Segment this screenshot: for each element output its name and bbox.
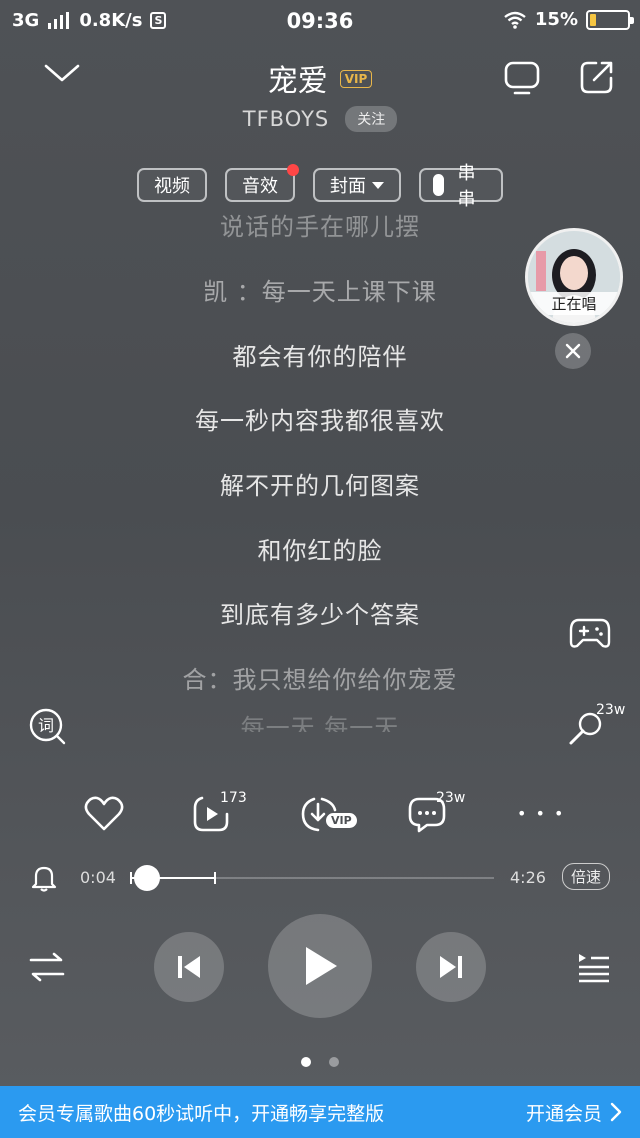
lyric-mode-icon[interactable]: 词 <box>27 706 67 746</box>
chevron-right-icon <box>610 1102 622 1122</box>
play-icon <box>306 947 337 985</box>
now-singing-bubble[interactable]: 正在唱 <box>525 228 623 326</box>
notification-dot <box>287 164 299 176</box>
next-button[interactable] <box>416 932 486 1002</box>
svg-text:词: 词 <box>38 716 54 735</box>
feature-chips: 视频 音效 封面 串串 <box>0 163 640 210</box>
wifi-icon <box>503 11 527 29</box>
song-title: 宠爱 <box>267 64 328 99</box>
comment-count: 23w <box>436 790 466 806</box>
bell-icon[interactable] <box>31 864 57 892</box>
open-vip-link[interactable]: 开通会员 <box>526 1099 622 1126</box>
page-indicator <box>0 1057 640 1067</box>
previous-icon <box>178 956 200 978</box>
more-menu-icon[interactable]: • • • <box>517 804 565 823</box>
toggle-pill-icon <box>433 174 444 196</box>
play-button[interactable] <box>268 914 372 1018</box>
current-time: 0:04 <box>80 868 116 887</box>
chip-label: 视频 <box>154 176 190 197</box>
chuanchuan-chip[interactable]: 串串 <box>419 163 503 210</box>
progress-knob[interactable] <box>133 865 160 891</box>
track-start-tick <box>130 872 132 884</box>
buffer-end-tick <box>214 872 217 884</box>
close-icon <box>565 343 581 359</box>
lyric-line: 和你红的脸 <box>257 537 383 565</box>
lyric-line: 每一天 每一天 <box>0 712 640 732</box>
battery-percent: 15% <box>534 9 578 30</box>
download-vip-badge: VIP <box>326 813 357 828</box>
battery-icon <box>586 9 634 30</box>
total-time: 4:26 <box>510 868 546 887</box>
gamepad-icon[interactable] <box>569 616 611 650</box>
like-heart-icon[interactable] <box>84 796 124 832</box>
cta-label: 开通会员 <box>525 1102 602 1125</box>
tv-cast-icon[interactable] <box>503 60 541 96</box>
lyric-line: 解不开的几何图案 <box>220 472 420 500</box>
shuffle-repeat-icon[interactable] <box>28 950 66 984</box>
close-bubble-button[interactable] <box>555 333 591 369</box>
lyric-line: 每一秒内容我都很喜欢 <box>195 407 445 435</box>
chip-label: 封面 <box>330 176 366 197</box>
lyric-text: 每一天 每一天 <box>240 714 400 732</box>
sound-effect-chip[interactable]: 音效 <box>225 164 299 202</box>
artist-row: TFBOYS 关注 <box>0 106 640 132</box>
vip-badge: VIP <box>339 70 373 88</box>
lyric-line: 都会有你的陪伴 <box>232 343 408 371</box>
page-dot-active <box>301 1057 311 1067</box>
status-bar: 3G 0.8K/s S 09:36 15% <box>0 0 640 42</box>
video-chip[interactable]: 视频 <box>137 168 207 202</box>
artist-name[interactable]: TFBOYS <box>243 107 329 131</box>
previous-button[interactable] <box>154 932 224 1002</box>
playback-speed-button[interactable]: 倍速 <box>562 863 611 890</box>
share-icon[interactable] <box>578 58 616 96</box>
share-count: 173 <box>220 790 247 806</box>
now-singing-label: 正在唱 <box>528 292 620 315</box>
mic-count: 23w <box>596 702 626 718</box>
lyric-line: 合：我只想给你给你宠爱 <box>182 666 458 694</box>
progress-track[interactable] <box>132 872 494 884</box>
caret-down-icon <box>372 181 384 189</box>
chip-label: 串串 <box>457 163 476 210</box>
cover-chip[interactable]: 封面 <box>313 168 401 202</box>
song-title-row: 宠爱 VIP <box>0 56 640 100</box>
vip-trial-banner[interactable]: 会员专属歌曲60秒试听中，开通畅享完整版 开通会员 <box>0 1086 640 1138</box>
follow-button[interactable]: 关注 <box>345 106 398 132</box>
next-icon <box>440 956 462 978</box>
chip-label: 音效 <box>242 176 278 197</box>
page-dot <box>329 1057 339 1067</box>
playlist-icon[interactable] <box>576 950 612 984</box>
banner-text: 会员专属歌曲60秒试听中，开通畅享完整版 <box>18 1102 385 1125</box>
lyric-line: 到底有多少个答案 <box>220 601 420 629</box>
